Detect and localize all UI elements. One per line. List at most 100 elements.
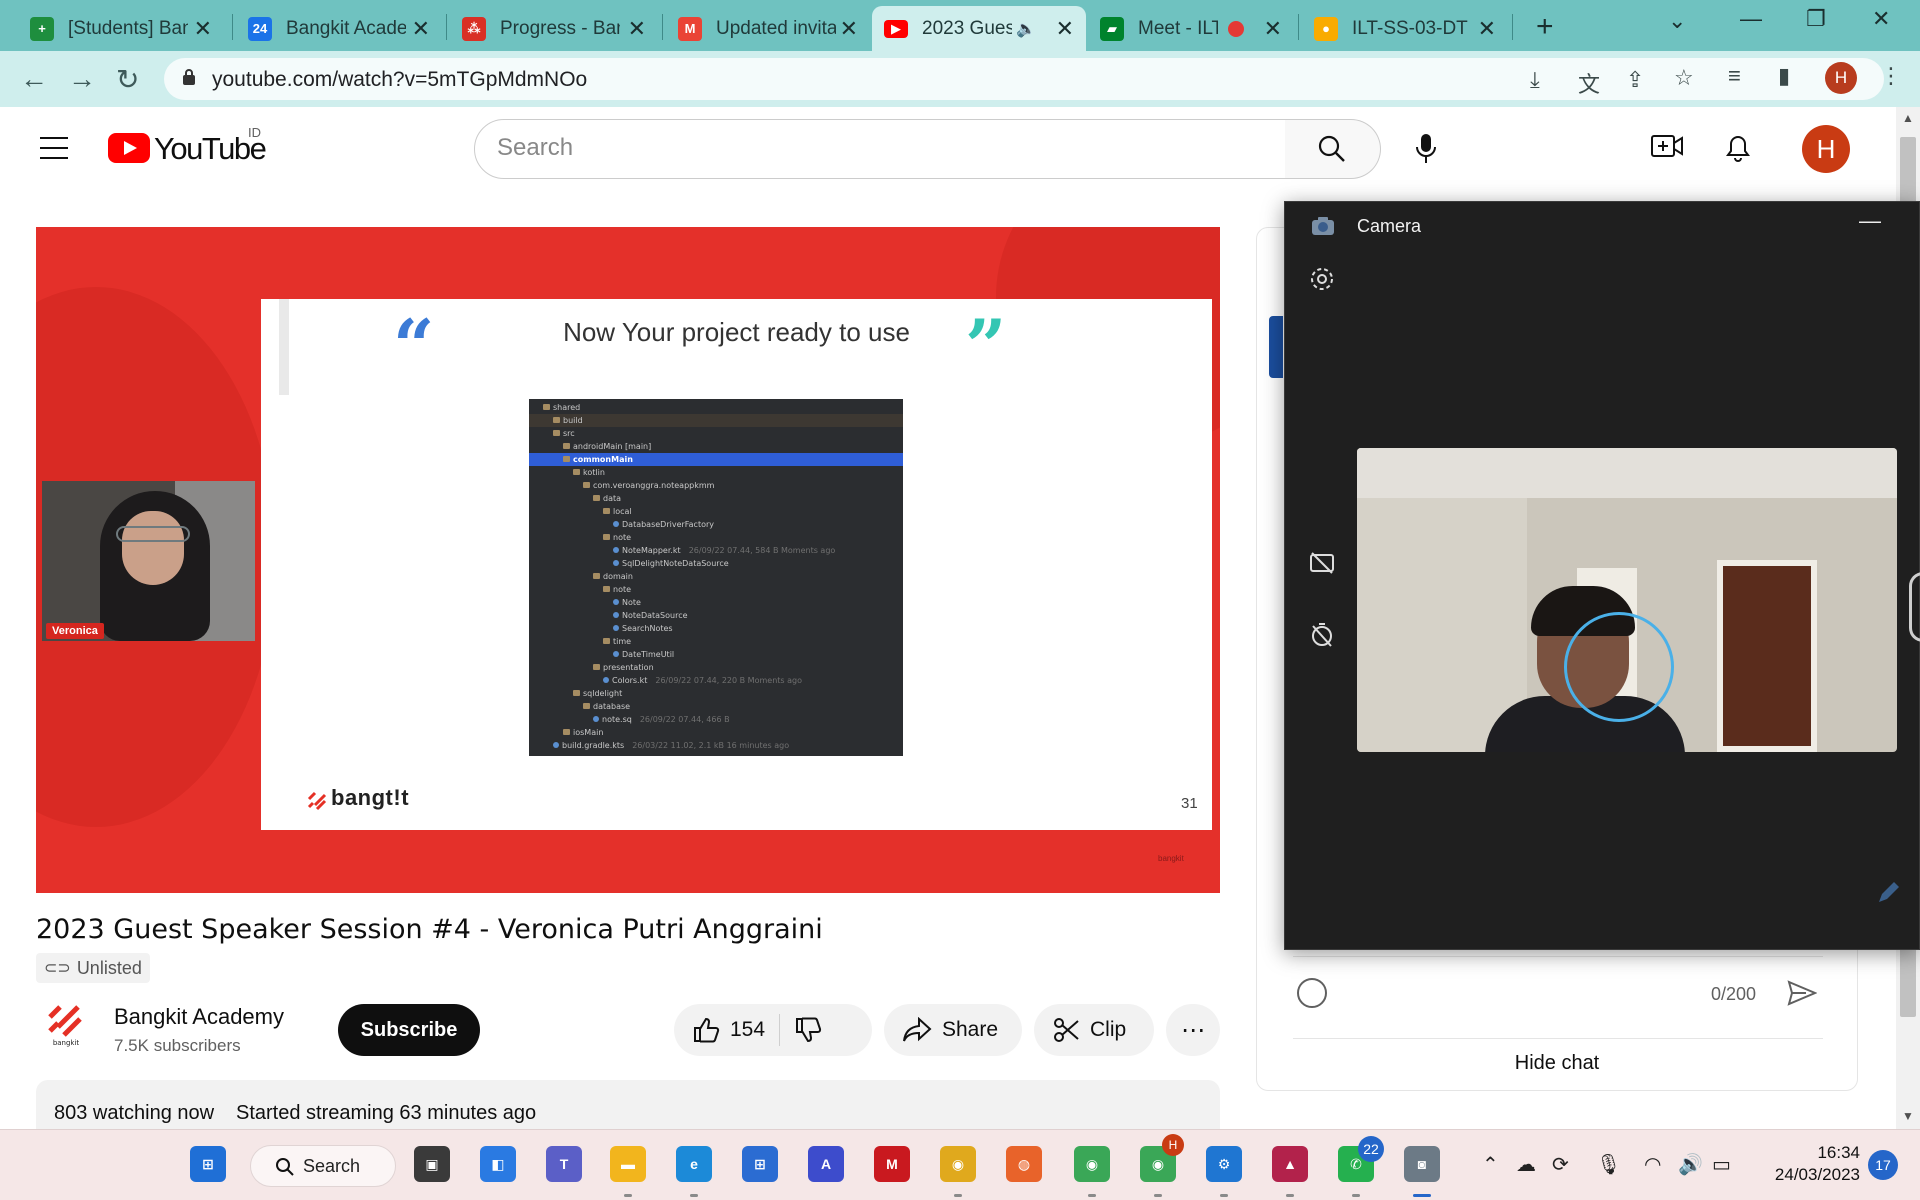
bookmark-star-icon[interactable]: ☆: [1674, 65, 1694, 91]
task-view-icon[interactable]: ▣: [414, 1146, 450, 1182]
emoji-icon[interactable]: [1297, 978, 1327, 1008]
vs-icon[interactable]: A: [808, 1146, 844, 1182]
tab-gmail[interactable]: M Updated invitat ✕: [666, 6, 870, 51]
close-icon[interactable]: ✕: [840, 16, 858, 42]
side-panel-icon[interactable]: ▮: [1778, 63, 1790, 89]
video-title: 2023 Guest Speaker Session #4 - Veronica…: [36, 914, 823, 945]
tab-meet[interactable]: ▰ Meet - ILT ✕: [1088, 6, 1294, 51]
send-icon[interactable]: [1787, 980, 1817, 1006]
search-button[interactable]: [1285, 119, 1381, 179]
thumbs-down-icon[interactable]: [794, 1016, 822, 1044]
url-text[interactable]: youtube.com/watch?v=5mTGpMdmNOo: [212, 68, 587, 92]
clip-button[interactable]: Clip: [1034, 1004, 1154, 1056]
mcafee-icon[interactable]: M: [874, 1146, 910, 1182]
lock-icon[interactable]: [182, 68, 196, 86]
teams-icon[interactable]: T: [546, 1146, 582, 1182]
onedrive-cloud-icon[interactable]: ☁: [1516, 1152, 1536, 1177]
hide-chat-button[interactable]: Hide chat: [1257, 1052, 1857, 1075]
channel-name[interactable]: Bangkit Academy: [114, 1004, 284, 1030]
close-icon[interactable]: ✕: [1478, 16, 1496, 42]
running-indicator: [1220, 1194, 1228, 1197]
address-bar[interactable]: youtube.com/watch?v=5mTGpMdmNOo ⤓ 文 ⇪ ☆: [164, 58, 1884, 100]
settings-gear-icon[interactable]: [1309, 266, 1335, 292]
bangkit-icon: ⁂: [462, 16, 486, 41]
tree-row: note: [529, 583, 903, 596]
video-player[interactable]: “ Now Your project ready to use ” shared…: [36, 227, 1220, 893]
battery-icon[interactable]: ▭: [1712, 1152, 1731, 1177]
tab-search-chevron-icon[interactable]: ⌄: [1668, 8, 1686, 34]
restore-window-icon[interactable]: ❐: [1806, 6, 1826, 32]
shutter-button[interactable]: [1909, 572, 1920, 642]
translate-icon[interactable]: 文: [1578, 67, 1600, 99]
start-icon[interactable]: ⊞: [190, 1146, 226, 1182]
speaker-audio-icon[interactable]: 🔈: [1016, 19, 1036, 39]
volume-icon[interactable]: 🔊: [1678, 1152, 1703, 1177]
file-icon: [603, 677, 609, 683]
store-icon[interactable]: ⊞: [742, 1146, 778, 1182]
minimize-camera-icon[interactable]: —: [1859, 208, 1881, 234]
timer-off-icon[interactable]: [1309, 622, 1335, 648]
hdr-off-icon[interactable]: [1309, 550, 1335, 576]
minimize-window-icon[interactable]: —: [1740, 6, 1762, 32]
close-window-icon[interactable]: ✕: [1872, 6, 1890, 32]
close-icon[interactable]: ✕: [412, 16, 430, 42]
scroll-up-arrow-icon[interactable]: ▲: [1902, 111, 1914, 125]
file-icon: [613, 612, 619, 618]
channel-logo-icon[interactable]: bangkit: [46, 1003, 86, 1047]
search-field[interactable]: [474, 119, 1286, 179]
install-app-icon[interactable]: ⤓: [1530, 67, 1540, 93]
system-clock[interactable]: 16:34 24/03/2023: [1760, 1142, 1860, 1186]
share-page-icon[interactable]: ⇪: [1626, 67, 1644, 93]
sync-icon[interactable]: ⟳: [1552, 1152, 1569, 1177]
reload-icon[interactable]: ↻: [116, 63, 139, 96]
subscribe-button[interactable]: Subscribe: [338, 1004, 480, 1056]
account-avatar[interactable]: H: [1802, 125, 1850, 173]
chrome-icon[interactable]: ◉: [940, 1146, 976, 1182]
scroll-down-arrow-icon[interactable]: ▼: [1902, 1109, 1914, 1123]
tree-row: shared: [529, 401, 903, 414]
hamburger-menu-icon[interactable]: [40, 137, 68, 159]
tree-label: presentation: [603, 663, 654, 672]
tree-label: Note: [622, 598, 641, 607]
edge-icon[interactable]: e: [676, 1146, 712, 1182]
app-red-icon[interactable]: ▲: [1272, 1146, 1308, 1182]
notification-count-badge[interactable]: 17: [1868, 1150, 1898, 1180]
create-video-icon[interactable]: [1650, 131, 1684, 161]
tree-meta: 26/09/22 07.44, 584 B Moments ago: [688, 546, 836, 555]
widgets-icon[interactable]: ◧: [480, 1146, 516, 1182]
reading-list-icon[interactable]: ≡: [1728, 63, 1741, 89]
tab-students-sheet[interactable]: + [Students] Bang ✕: [18, 6, 224, 51]
tree-meta: 26/09/22 07.44, 220 B Moments ago: [655, 676, 802, 685]
tab-bangkit-calendar[interactable]: 24 Bangkit Academ ✕: [236, 6, 442, 51]
close-icon[interactable]: ✕: [628, 16, 646, 42]
search-input[interactable]: [497, 134, 1257, 162]
youtube-logo-icon[interactable]: [108, 133, 150, 163]
edit-pen-icon[interactable]: [1873, 878, 1903, 908]
new-tab-button[interactable]: +: [1536, 10, 1554, 44]
folder-icon: [603, 586, 610, 592]
file-explorer-icon[interactable]: ▬: [610, 1146, 646, 1182]
back-arrow-icon[interactable]: ←: [20, 63, 48, 95]
forward-arrow-icon[interactable]: →: [68, 63, 96, 95]
camera-app-icon[interactable]: ◙: [1404, 1146, 1440, 1182]
voice-search-button[interactable]: [1400, 123, 1452, 175]
firefox-icon[interactable]: ◍: [1006, 1146, 1042, 1182]
chrome-menu-icon[interactable]: ⋮: [1880, 63, 1902, 89]
tab-youtube-active[interactable]: ▶ 2023 Gues 🔈 ✕: [872, 6, 1086, 51]
tab-progress[interactable]: ⁂ Progress - Bang ✕: [450, 6, 658, 51]
profile-avatar[interactable]: H: [1825, 62, 1857, 94]
more-actions-button[interactable]: ⋯: [1166, 1004, 1220, 1056]
close-icon[interactable]: ✕: [1264, 16, 1282, 42]
close-icon[interactable]: ✕: [1056, 16, 1074, 42]
microphone-tray-icon[interactable]: 🎙: [1596, 1152, 1621, 1177]
show-hidden-icons-chevron-icon[interactable]: ⌃: [1482, 1152, 1499, 1177]
chrome-profile-icon[interactable]: ◉: [1074, 1146, 1110, 1182]
taskbar-search[interactable]: Search: [250, 1145, 396, 1187]
tab-ilt-doc[interactable]: ● ILT-SS-03-DT C ✕: [1302, 6, 1508, 51]
settings-app-icon[interactable]: ⚙: [1206, 1146, 1242, 1182]
wifi-icon[interactable]: ◠: [1644, 1152, 1661, 1177]
close-icon[interactable]: ✕: [194, 16, 212, 42]
like-button[interactable]: 154: [674, 1016, 765, 1044]
share-button[interactable]: Share: [884, 1004, 1022, 1056]
notifications-bell-icon[interactable]: [1724, 131, 1752, 163]
